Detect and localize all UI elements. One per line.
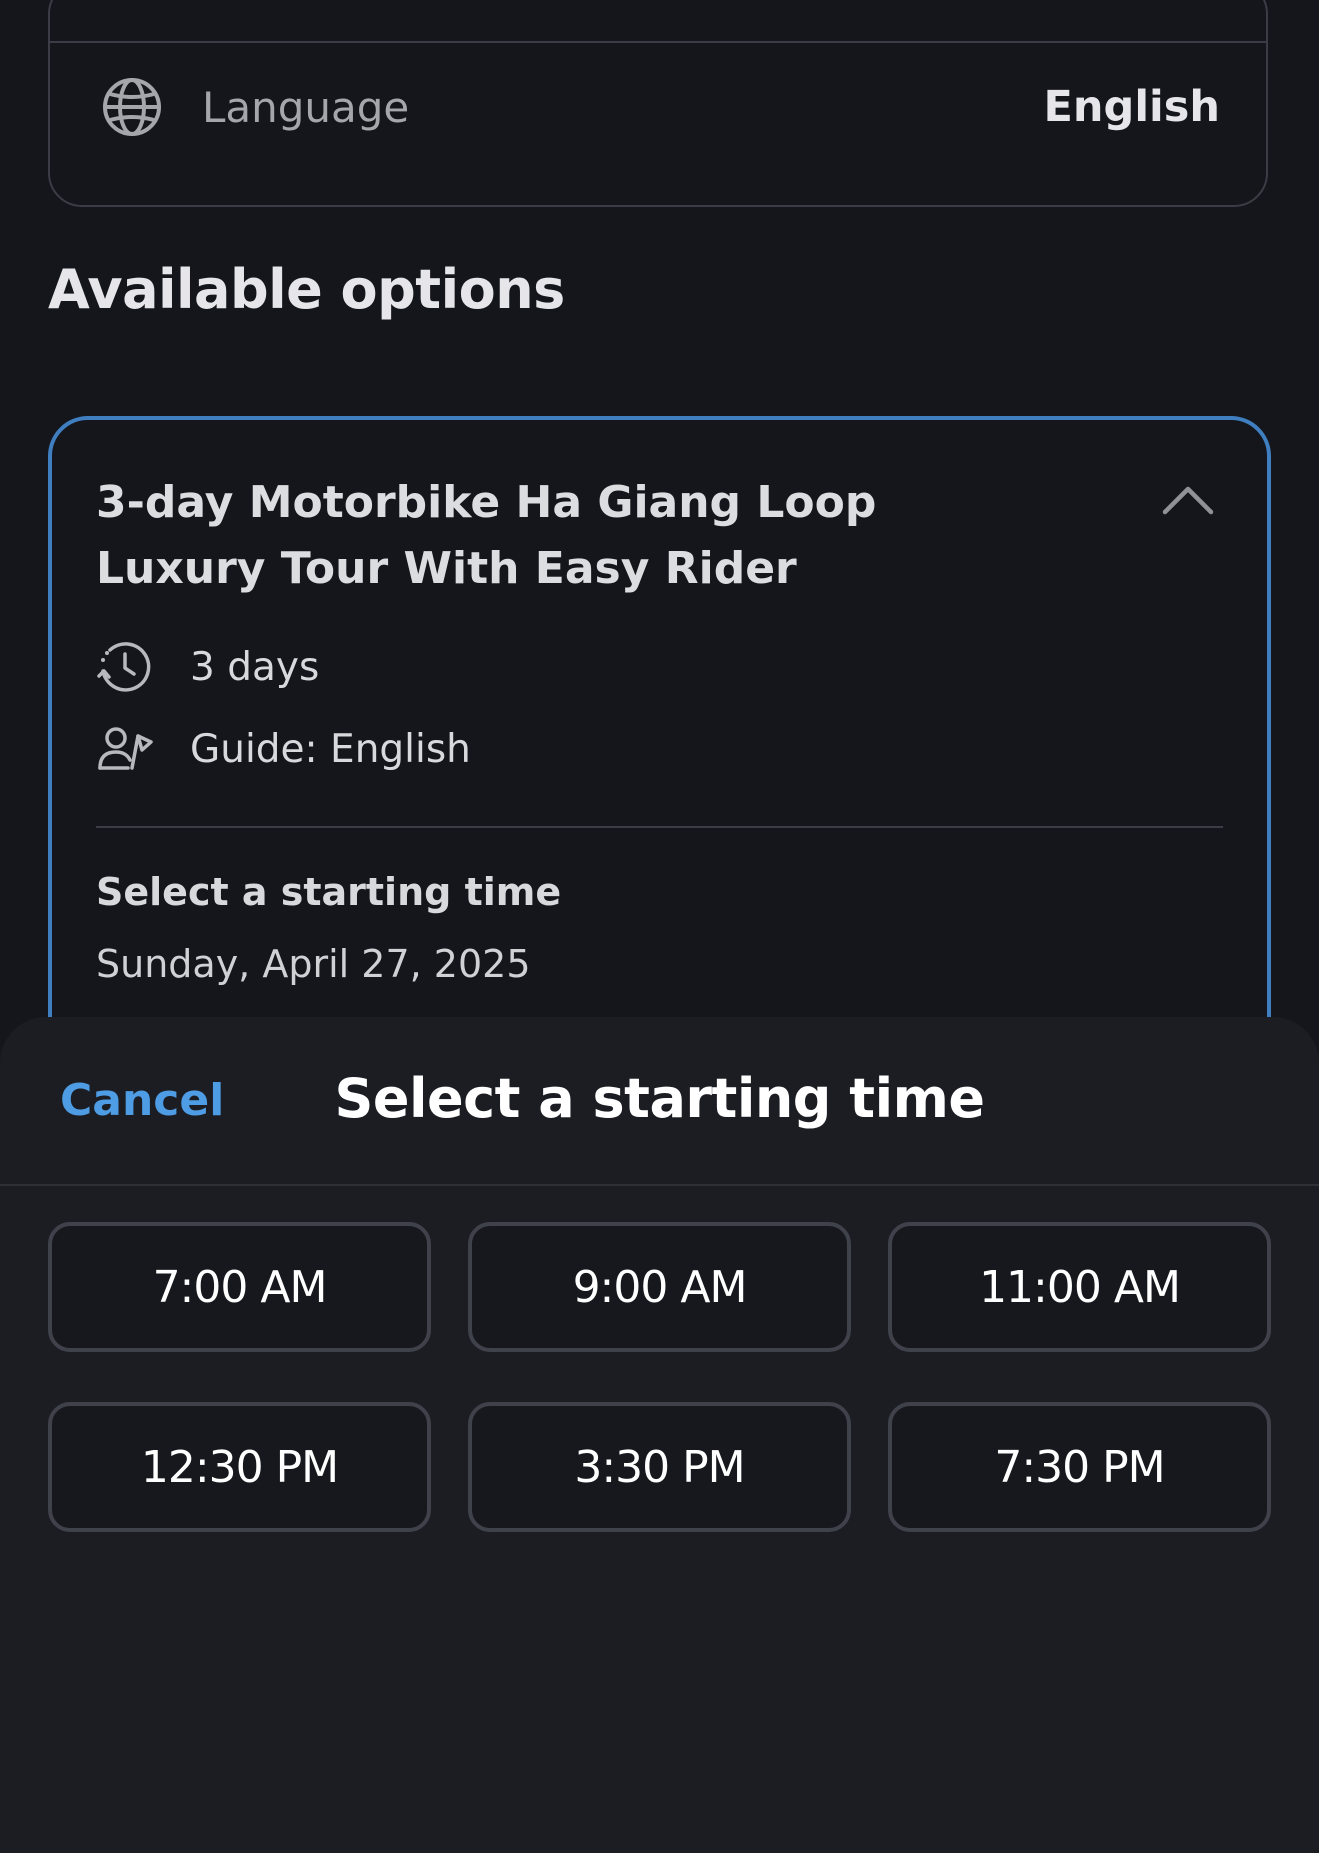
duration-text: 3 days [190, 644, 320, 690]
chevron-up-icon[interactable] [1161, 482, 1215, 516]
language-row[interactable]: Language English [50, 52, 1266, 162]
section-title: Available options [48, 258, 565, 321]
sheet-divider [0, 1184, 1319, 1186]
language-value: English [1043, 82, 1220, 132]
guide-row: Guide: English [96, 720, 471, 778]
history-clock-icon [96, 638, 154, 696]
time-slot-grid: 7:00 AM 9:00 AM 11:00 AM 12:30 PM 3:30 P… [48, 1222, 1271, 1532]
duration-row: 3 days [96, 638, 319, 696]
time-picker-sheet: Cancel Select a starting time 7:00 AM 9:… [0, 1017, 1319, 1853]
time-slot-button[interactable]: 11:00 AM [888, 1222, 1271, 1352]
sheet-header: Cancel Select a starting time [0, 1017, 1319, 1184]
language-label: Language [202, 82, 410, 132]
option-title: 3-day Motorbike Ha Giang Loop Luxury Tou… [96, 477, 877, 594]
selected-date: Sunday, April 27, 2025 [96, 942, 531, 986]
time-slot-button[interactable]: 12:30 PM [48, 1402, 431, 1532]
screen: Language English Available options 3-day… [0, 0, 1319, 1853]
guide-text: Guide: English [190, 726, 471, 772]
card-divider [50, 41, 1266, 43]
option-divider [96, 826, 1223, 828]
starting-time-label: Select a starting time [96, 870, 562, 914]
booking-details-card: Language English [48, 0, 1268, 207]
time-slot-button[interactable]: 3:30 PM [468, 1402, 851, 1532]
time-slot-button[interactable]: 9:00 AM [468, 1222, 851, 1352]
guide-flag-icon [96, 720, 154, 778]
globe-icon [100, 75, 164, 139]
time-slot-button[interactable]: 7:30 PM [888, 1402, 1271, 1532]
time-slot-button[interactable]: 7:00 AM [48, 1222, 431, 1352]
tour-option-card[interactable]: 3-day Motorbike Ha Giang Loop Luxury Tou… [48, 416, 1271, 1116]
sheet-title: Select a starting time [334, 1067, 985, 1130]
